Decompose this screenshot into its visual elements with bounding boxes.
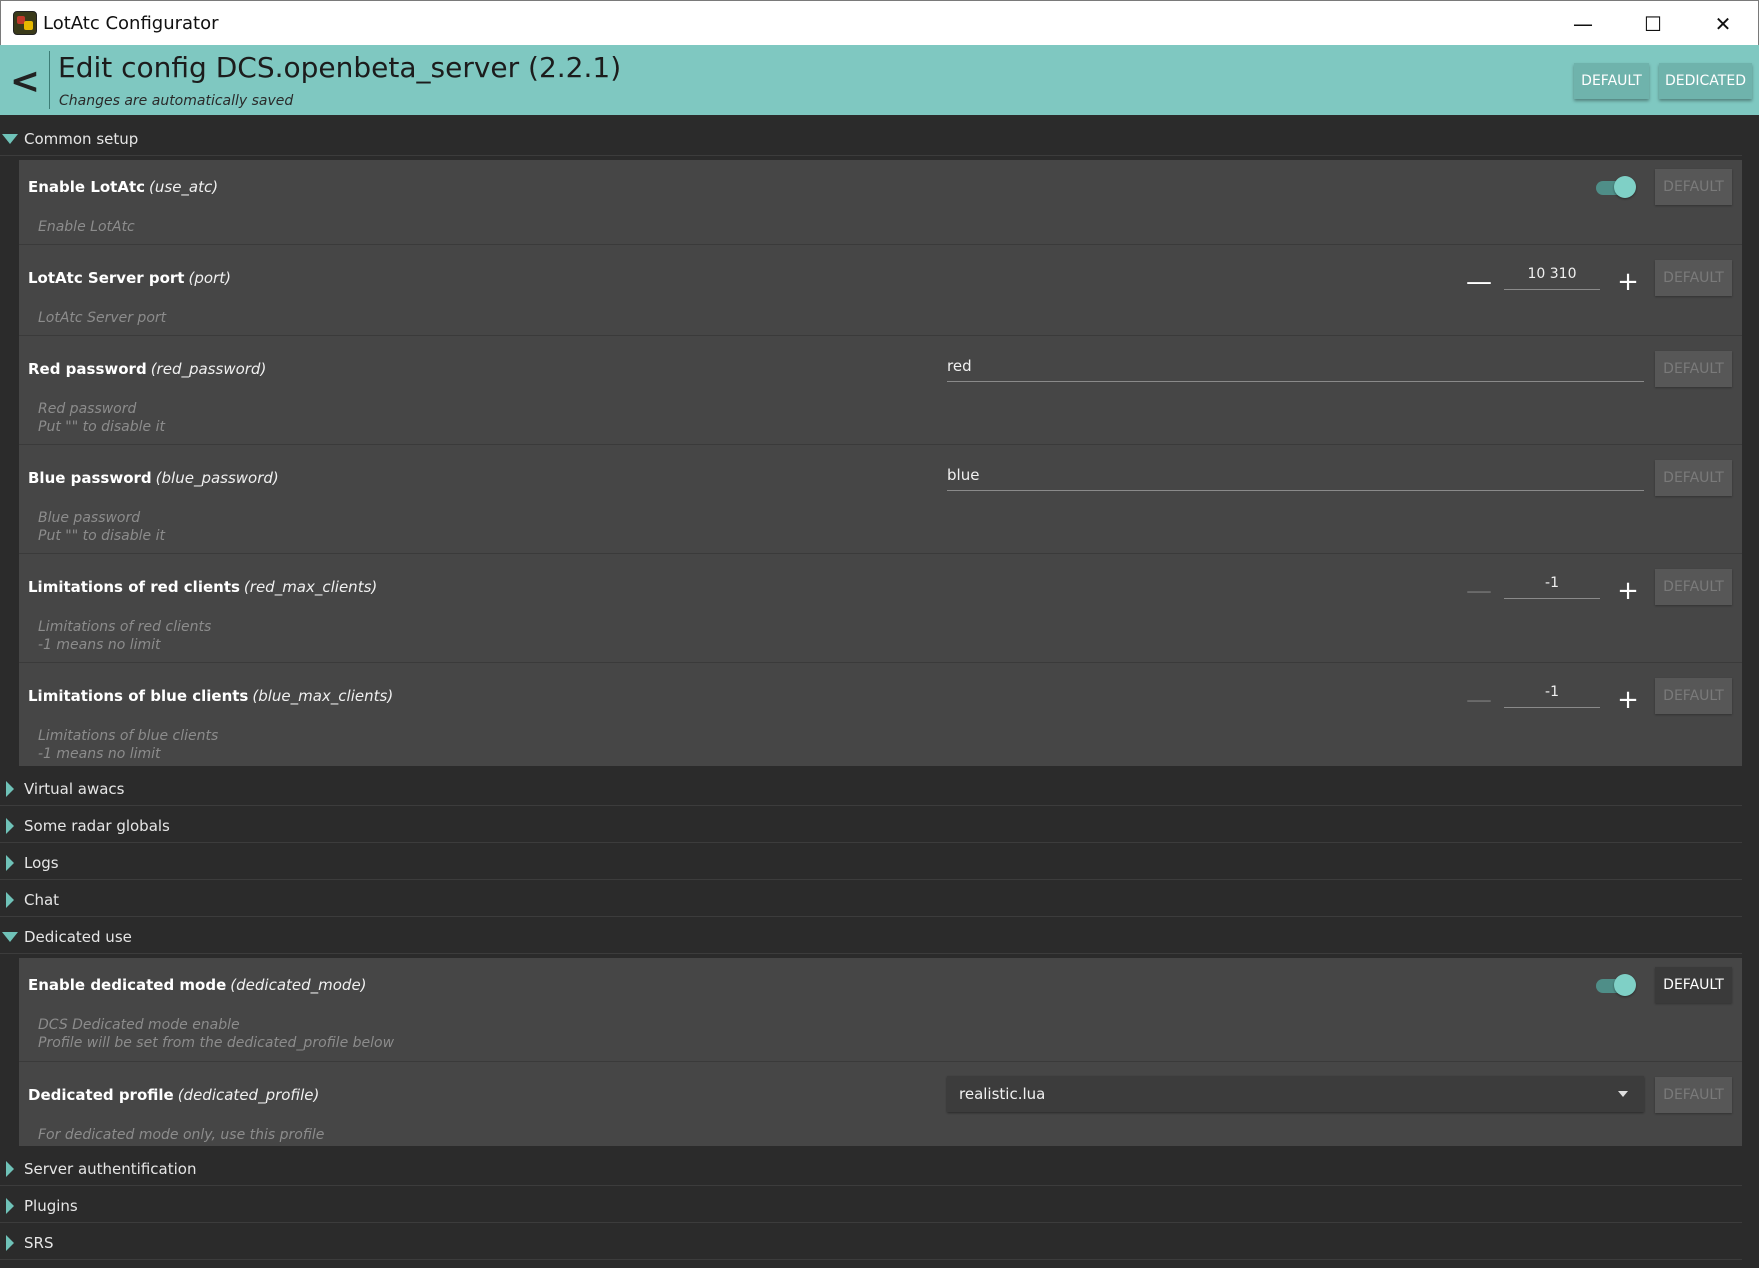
setting-row-red-password: Red password (red_password) Red password …	[19, 336, 1742, 445]
header-divider	[49, 51, 50, 109]
setting-row-blue-max-clients: Limitations of blue clients (blue_max_cli…	[19, 663, 1742, 766]
setting-key: (dedicated_mode)	[230, 976, 367, 994]
setting-description: Limitations of blue clients -1 means no …	[38, 728, 219, 762]
page-title: Edit config DCS.openbeta_server (2.2.1)	[58, 51, 622, 84]
port-decrement-button[interactable]: —	[1466, 267, 1492, 297]
blue-max-clients-decrement-button[interactable]: —	[1466, 685, 1492, 715]
section-label: Common setup	[24, 129, 139, 148]
setting-title: Enable dedicated mode	[28, 976, 227, 994]
port-increment-button[interactable]: +	[1615, 267, 1641, 297]
section-plugins[interactable]: Plugins	[0, 1189, 1742, 1223]
red-max-clients-input[interactable]: -1	[1504, 567, 1600, 599]
setting-description: LotAtc Server port	[38, 310, 167, 326]
app-logo-icon	[13, 11, 37, 35]
enable-lotatc-toggle[interactable]	[1596, 176, 1636, 198]
dedicated-mode-toggle[interactable]	[1596, 974, 1636, 996]
setting-description: DCS Dedicated mode enable Profile will b…	[38, 1017, 395, 1051]
dedicated-profile-select[interactable]: realistic.lua	[947, 1076, 1644, 1112]
close-button[interactable]: ✕	[1688, 1, 1758, 46]
setting-description: For dedicated mode only, use this profil…	[38, 1127, 325, 1143]
window-titlebar: LotAtc Configurator — ☐ ✕	[0, 0, 1759, 45]
blue-max-clients-input[interactable]: -1	[1504, 676, 1600, 708]
setting-key: (port)	[188, 269, 231, 287]
setting-row-red-max-clients: Limitations of red clients (red_max_clien…	[19, 554, 1742, 663]
dedicated-profile-default-button[interactable]: DEFAULT	[1655, 1077, 1732, 1113]
collapsed-arrow-icon	[6, 817, 14, 834]
collapsed-arrow-icon	[6, 1197, 14, 1214]
setting-row-port: LotAtc Server port (port) LotAtc Server p…	[19, 245, 1742, 336]
setting-key: (blue_password)	[155, 469, 279, 487]
section-srs[interactable]: SRS	[0, 1226, 1742, 1260]
collapsed-arrow-icon	[6, 1234, 14, 1251]
setting-title: LotAtc Server port	[28, 269, 185, 287]
setting-key: (dedicated_profile)	[177, 1086, 320, 1104]
setting-description: Limitations of red clients -1 means no l…	[38, 619, 212, 653]
setting-title: Blue password	[28, 469, 152, 487]
back-button[interactable]: <	[8, 59, 42, 103]
blue-password-input[interactable]: blue	[947, 459, 1644, 491]
setting-key: (use_atc)	[149, 178, 219, 196]
section-server-authentification[interactable]: Server authentification	[0, 1152, 1742, 1186]
config-header: < Edit config DCS.openbeta_server (2.2.1…	[0, 45, 1759, 115]
window-title: LotAtc Configurator	[43, 12, 219, 34]
dedicated-use-panel: Enable dedicated mode (dedicated_mode) DC…	[19, 958, 1742, 1146]
preset-dedicated-button[interactable]: DEDICATED	[1659, 63, 1752, 99]
setting-key: (red_max_clients)	[243, 578, 378, 596]
setting-title: Limitations of blue clients	[28, 687, 249, 705]
setting-description: Enable LotAtc	[38, 219, 135, 235]
setting-row-dedicated-mode: Enable dedicated mode (dedicated_mode) DC…	[19, 958, 1742, 1062]
setting-description: Red password Put "" to disable it	[38, 401, 165, 435]
collapsed-arrow-icon	[6, 891, 14, 908]
setting-key: (blue_max_clients)	[252, 687, 394, 705]
dedicated-mode-default-button[interactable]: DEFAULT	[1655, 967, 1732, 1003]
blue-max-clients-increment-button[interactable]: +	[1615, 685, 1641, 715]
section-dedicated-use[interactable]: Dedicated use	[0, 920, 1742, 954]
selected-profile: realistic.lua	[959, 1085, 1046, 1103]
section-radar-globals[interactable]: Some radar globals	[0, 809, 1742, 843]
section-common-setup[interactable]: Common setup	[0, 122, 1742, 156]
setting-title: Red password	[28, 360, 147, 378]
port-input[interactable]: 10 310	[1504, 258, 1600, 290]
red-password-input[interactable]: red	[947, 350, 1644, 382]
port-default-button[interactable]: DEFAULT	[1655, 260, 1732, 296]
vertical-scrollbar[interactable]	[1746, 115, 1756, 1268]
blue-max-clients-default-button[interactable]: DEFAULT	[1655, 678, 1732, 714]
setting-row-dedicated-profile: Dedicated profile (dedicated_profile) For…	[19, 1062, 1742, 1146]
setting-title: Limitations of red clients	[28, 578, 240, 596]
setting-key: (red_password)	[150, 360, 267, 378]
section-virtual-awacs[interactable]: Virtual awacs	[0, 772, 1742, 806]
common-setup-panel: Enable LotAtc (use_atc) Enable LotAtc DEF…	[19, 160, 1742, 766]
window-controls: — ☐ ✕	[1548, 1, 1758, 46]
red-max-clients-increment-button[interactable]: +	[1615, 576, 1641, 606]
expanded-arrow-icon	[2, 133, 18, 144]
preset-default-button[interactable]: DEFAULT	[1574, 63, 1649, 99]
red-max-clients-decrement-button[interactable]: —	[1466, 576, 1492, 606]
setting-title: Dedicated profile	[28, 1086, 174, 1104]
setting-description: Blue password Put "" to disable it	[38, 510, 165, 544]
section-logs[interactable]: Logs	[0, 846, 1742, 880]
setting-row-use-atc: Enable LotAtc (use_atc) Enable LotAtc DEF…	[19, 160, 1742, 245]
page-subtitle: Changes are automatically saved	[59, 93, 294, 109]
maximize-button[interactable]: ☐	[1618, 1, 1688, 46]
collapsed-arrow-icon	[6, 780, 14, 797]
collapsed-arrow-icon	[6, 1160, 14, 1177]
setting-title: Enable LotAtc	[28, 178, 146, 196]
expanded-arrow-icon	[2, 931, 18, 942]
red-max-clients-default-button[interactable]: DEFAULT	[1655, 569, 1732, 605]
setting-row-blue-password: Blue password (blue_password) Blue passwo…	[19, 445, 1742, 554]
collapsed-arrow-icon	[6, 854, 14, 871]
caret-down-icon	[1618, 1091, 1628, 1097]
blue-password-default-button[interactable]: DEFAULT	[1655, 460, 1732, 496]
section-chat[interactable]: Chat	[0, 883, 1742, 917]
use-atc-default-button[interactable]: DEFAULT	[1655, 169, 1732, 205]
minimize-button[interactable]: —	[1548, 1, 1618, 46]
red-password-default-button[interactable]: DEFAULT	[1655, 351, 1732, 387]
